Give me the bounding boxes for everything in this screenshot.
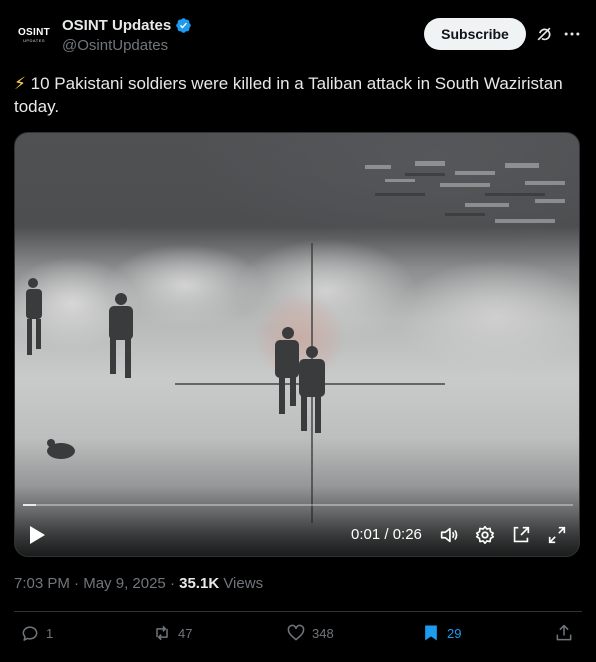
bookmark-button[interactable]: 29 [421, 623, 461, 643]
video-progress-fill [23, 504, 36, 506]
avatar[interactable]: OSINT UPDATES [14, 16, 54, 56]
video-time: 0:01 / 0:26 [351, 526, 422, 543]
author-handle[interactable]: @OsintUpdates [62, 37, 192, 54]
share-icon [556, 624, 572, 641]
share-button[interactable] [554, 623, 574, 643]
author-names: OSINT Updates @OsintUpdates [62, 17, 192, 54]
avatar-text-bottom: UPDATES [22, 38, 46, 43]
tweet-header: OSINT UPDATES OSINT Updates @OsintUpdate… [14, 14, 582, 60]
verified-badge-icon [176, 18, 191, 33]
action-bar: 1 47 348 29 [14, 623, 582, 649]
views-label: Views [219, 575, 264, 592]
tweet-date[interactable]: May 9, 2025 [83, 575, 166, 592]
meta-separator: · [69, 575, 84, 592]
like-button[interactable]: 348 [286, 623, 334, 643]
lightning-emoji-icon: ⚡ [14, 74, 26, 93]
video-player[interactable]: 0:01 / 0:26 [14, 132, 580, 557]
reply-count: 1 [46, 625, 54, 641]
tweet-body: 10 Pakistani soldiers were killed in a T… [14, 74, 563, 116]
tweet-text: ⚡ 10 Pakistani soldiers were killed in a… [14, 72, 574, 118]
fullscreen-icon[interactable] [546, 524, 568, 546]
avatar-text-top: OSINT [17, 27, 51, 38]
views-count: 35.1K [179, 575, 220, 592]
video-progress-bar[interactable] [23, 504, 573, 506]
volume-icon[interactable] [438, 524, 460, 546]
tweet-time[interactable]: 7:03 PM [14, 575, 70, 592]
pop-out-icon[interactable] [510, 524, 532, 546]
grok-icon[interactable] [534, 24, 554, 44]
repost-icon [156, 625, 168, 641]
settings-icon[interactable] [474, 524, 496, 546]
more-icon[interactable] [562, 24, 582, 44]
play-icon[interactable] [27, 524, 47, 546]
reply-button[interactable]: 1 [20, 623, 53, 643]
heart-icon [287, 624, 305, 641]
meta-separator-2: · [165, 575, 180, 592]
author-display-name[interactable]: OSINT Updates [62, 17, 171, 34]
tweet-meta: 7:03 PM · May 9, 2025 · 35.1K Views [14, 575, 263, 592]
repost-button[interactable]: 47 [152, 623, 192, 643]
bookmark-count: 29 [447, 625, 462, 641]
like-count: 348 [312, 625, 334, 641]
repost-count: 47 [178, 625, 193, 641]
bookmark-icon [425, 625, 437, 641]
subscribe-button[interactable]: Subscribe [424, 18, 526, 50]
reply-icon [22, 626, 38, 641]
divider [14, 611, 582, 612]
